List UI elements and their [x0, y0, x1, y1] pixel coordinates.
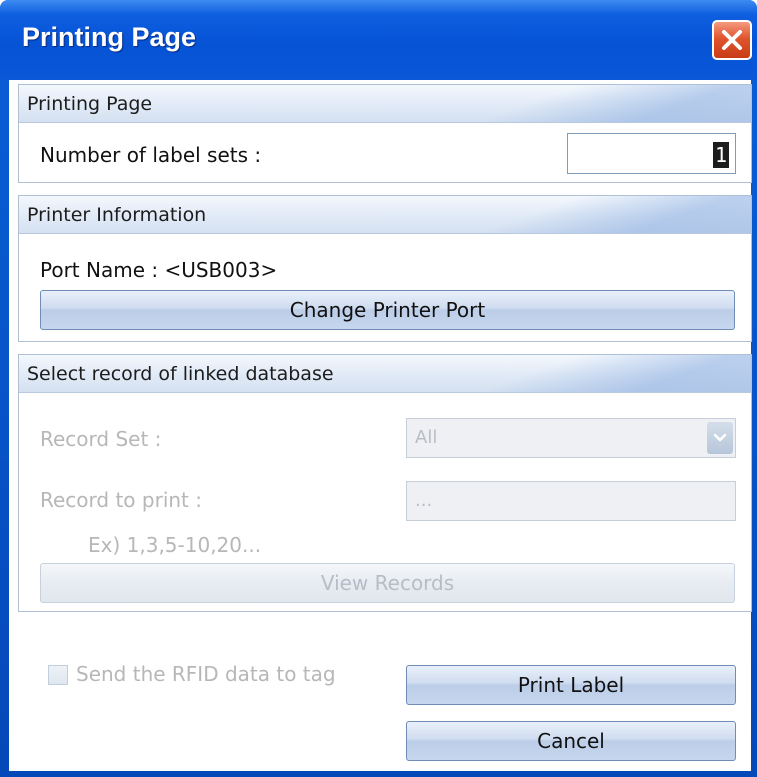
record-set-dropdown[interactable]: All — [406, 418, 736, 458]
linked-database-header-label: Select record of linked database — [27, 363, 334, 385]
record-example-text: Ex) 1,3,5-10,20... — [88, 533, 262, 557]
view-records-button[interactable]: View Records — [40, 563, 735, 603]
port-name-label: Port Name : <USB003> — [40, 258, 278, 282]
rfid-checkbox[interactable] — [48, 665, 68, 685]
record-set-label: Record Set : — [40, 427, 162, 451]
change-printer-port-button[interactable]: Change Printer Port — [40, 290, 735, 330]
chevron-down-icon — [707, 422, 733, 454]
printing-page-header-label: Printing Page — [27, 93, 153, 115]
window-title: Printing Page — [22, 22, 197, 52]
printing-page-header: Printing Page — [19, 85, 751, 123]
record-to-print-value: ... — [415, 490, 433, 511]
label-sets-input[interactable]: 1 — [567, 133, 736, 174]
title-bar[interactable]: Printing Page — [0, 0, 757, 80]
rfid-checkbox-label: Send the RFID data to tag — [76, 662, 336, 686]
record-set-value: All — [415, 427, 438, 448]
printer-information-header-label: Printer Information — [27, 204, 207, 226]
close-button[interactable] — [712, 20, 752, 60]
record-to-print-input[interactable]: ... — [406, 481, 736, 521]
linked-database-header: Select record of linked database — [19, 355, 751, 393]
close-icon — [721, 29, 743, 51]
cancel-button[interactable]: Cancel — [406, 721, 736, 761]
record-to-print-label: Record to print : — [40, 488, 202, 512]
label-sets-value: 1 — [712, 142, 729, 168]
print-label-button[interactable]: Print Label — [406, 665, 736, 705]
label-sets-label: Number of label sets : — [40, 143, 262, 167]
printer-information-header: Printer Information — [19, 196, 751, 234]
